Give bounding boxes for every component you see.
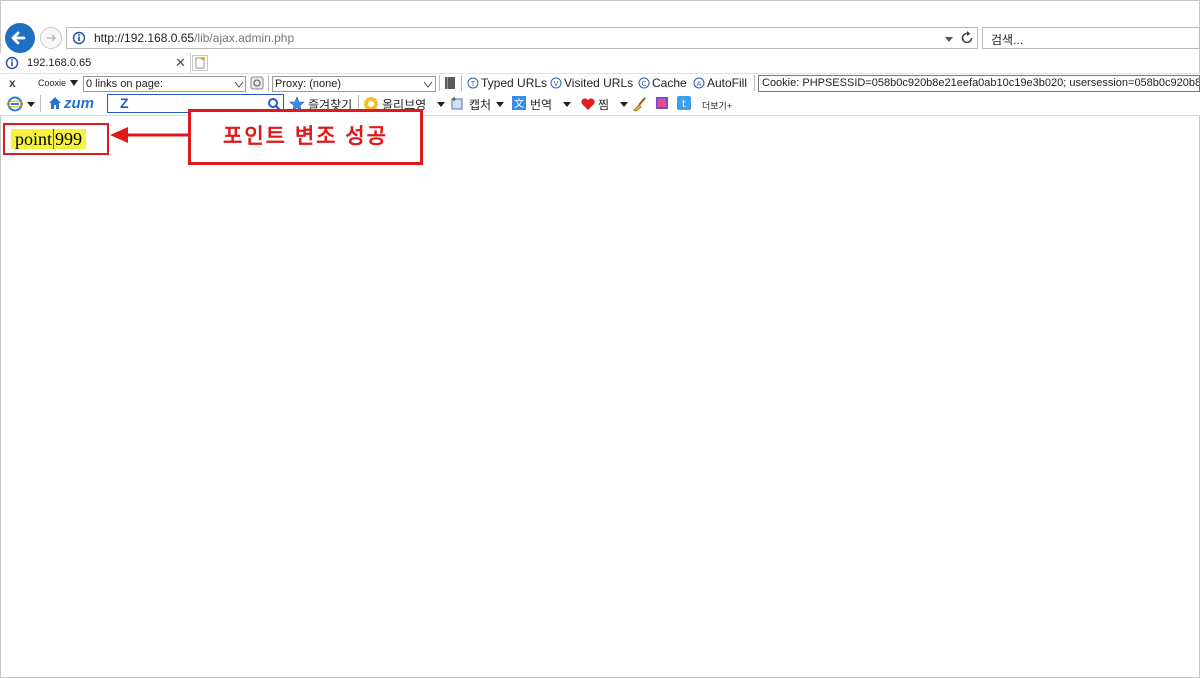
result-label: point — [15, 129, 53, 149]
autofill-button[interactable]: AutoFill — [707, 76, 747, 90]
back-arrow-icon — [11, 31, 26, 45]
proxy-select-value: Proxy: (none) — [275, 78, 342, 90]
svg-text:文: 文 — [514, 97, 524, 110]
book-icon[interactable] — [444, 76, 456, 90]
jjim-button[interactable]: 찜 — [598, 96, 609, 113]
translate-menu-arrow-icon[interactable] — [563, 102, 571, 108]
result-text: point 999 — [11, 129, 87, 149]
translate-button[interactable]: 번역 — [530, 96, 552, 113]
heart-icon — [581, 98, 595, 110]
visited-urls-icon: V — [550, 77, 562, 89]
tab-current[interactable]: 192.168.0.65 ✕ — [0, 53, 191, 74]
links-select-arrow-icon — [234, 81, 244, 88]
links-select-value: 0 links on page: — [86, 78, 164, 90]
svg-text:T: T — [470, 80, 476, 88]
more-button[interactable]: 더보기+ — [702, 99, 732, 112]
svg-text:t: t — [682, 99, 686, 110]
refresh-icon[interactable] — [959, 30, 975, 46]
cookie-field[interactable]: Cookie: PHPSESSID=058b0c920b8e21eefa0ab1… — [758, 75, 1200, 92]
toolbar-separator — [40, 95, 41, 112]
proxy-select-arrow-icon — [423, 81, 433, 88]
capture-icon — [451, 97, 463, 110]
dropdown-arrow-icon[interactable] — [943, 33, 955, 45]
jjim-menu-arrow-icon[interactable] — [620, 102, 628, 108]
visited-urls-button[interactable]: Visited URLs — [564, 76, 633, 90]
svg-text:A: A — [697, 80, 702, 88]
cache-button[interactable]: Cache — [652, 76, 687, 90]
typed-urls-icon: T — [467, 77, 479, 89]
bookmark-book-icon[interactable] — [655, 96, 669, 110]
search-input[interactable]: 검색... — [982, 27, 1200, 49]
svg-text:V: V — [554, 80, 559, 88]
toolbar-close-button[interactable]: x — [9, 76, 16, 90]
callout-box: 포인트 변조 성공 — [188, 109, 423, 165]
toolbar-separator — [439, 75, 440, 91]
zum-logo[interactable]: zum — [64, 95, 94, 112]
twitter-icon[interactable]: t — [677, 96, 691, 110]
tab-close-icon[interactable]: ✕ — [175, 55, 186, 71]
page-info-icon — [72, 31, 86, 45]
new-tab-button[interactable] — [192, 55, 208, 71]
cookie-menu-arrow-icon[interactable] — [69, 79, 79, 87]
ie-logo-icon[interactable] — [7, 96, 23, 112]
cookie-menu[interactable]: Cooxie — [38, 78, 66, 88]
forward-button[interactable] — [40, 27, 62, 49]
links-tool-icon[interactable] — [250, 76, 264, 90]
back-button[interactable] — [5, 23, 35, 53]
broom-icon[interactable] — [632, 96, 648, 112]
home-icon[interactable] — [47, 95, 63, 111]
address-bar[interactable]: http://192.168.0.65/lib/ajax.admin.php — [66, 27, 978, 49]
url-text: http://192.168.0.65/lib/ajax.admin.php — [94, 31, 294, 45]
url-host: http://192.168.0.65 — [94, 31, 195, 45]
autofill-icon: A — [693, 77, 705, 89]
ie-menu-arrow-icon[interactable] — [27, 102, 35, 108]
toolbar-separator — [754, 75, 755, 91]
zum-search-logo: Z — [120, 95, 129, 111]
forward-arrow-icon — [47, 34, 57, 42]
callout-arrow — [110, 127, 188, 143]
links-select[interactable]: 0 links on page: — [83, 76, 246, 92]
translate-icon: 文 — [512, 96, 526, 110]
cache-icon: C — [638, 77, 650, 89]
tab-title: 192.168.0.65 — [27, 57, 92, 69]
new-tab-icon — [195, 57, 205, 69]
proxy-select[interactable]: Proxy: (none) — [272, 76, 436, 92]
capture-menu-arrow-icon[interactable] — [496, 102, 504, 108]
callout-text: 포인트 변조 성공 — [223, 125, 388, 148]
typed-urls-button[interactable]: Typed URLs — [481, 76, 547, 90]
capture-button[interactable]: 캡처 — [469, 96, 491, 113]
search-placeholder: 검색... — [991, 33, 1024, 47]
url-path: /lib/ajax.admin.php — [194, 31, 295, 45]
tab-favicon-icon — [5, 56, 19, 70]
result-highlight-box: point 999 — [3, 123, 109, 155]
toolbar-separator — [461, 75, 462, 91]
toolbar-separator — [268, 75, 269, 91]
result-value: 999 — [55, 129, 83, 149]
svg-text:C: C — [642, 80, 647, 88]
olive-menu-arrow-icon[interactable] — [437, 102, 445, 108]
result-separator — [53, 129, 55, 149]
